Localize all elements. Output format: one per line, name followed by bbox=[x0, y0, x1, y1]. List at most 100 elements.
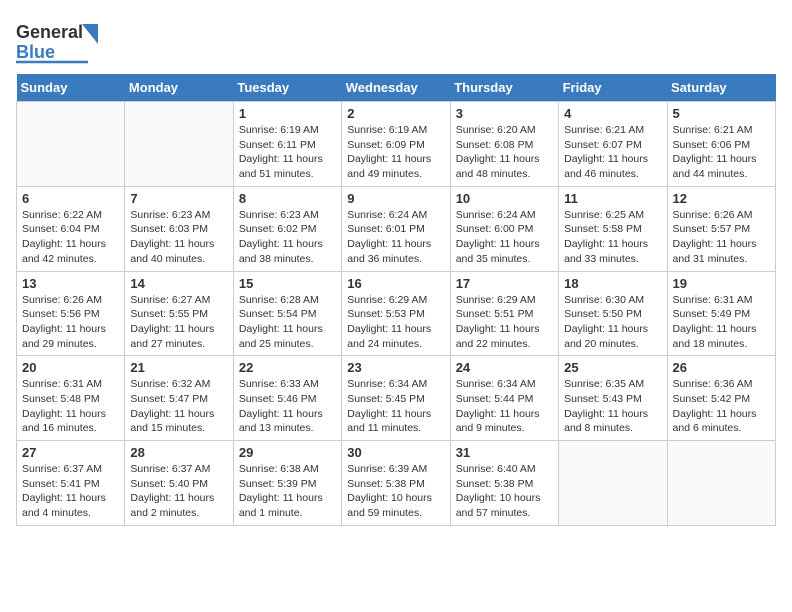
calendar-table: SundayMondayTuesdayWednesdayThursdayFrid… bbox=[16, 74, 776, 526]
calendar-cell: 16 Sunrise: 6:29 AMSunset: 5:53 PMDayligh… bbox=[342, 271, 450, 356]
calendar-cell: 30 Sunrise: 6:39 AMSunset: 5:38 PMDayligh… bbox=[342, 441, 450, 526]
calendar-week-5: 27Sunrise: 6:37 AMSunset: 5:41 PMDayligh… bbox=[17, 441, 776, 526]
day-number: 5 bbox=[673, 106, 770, 121]
day-number: 10 bbox=[456, 191, 553, 206]
day-header-saturday: Saturday bbox=[667, 74, 775, 102]
day-info: Sunrise: 6:33 AMSunset: 5:46 PMDaylight:… bbox=[239, 377, 336, 436]
calendar-cell bbox=[17, 102, 125, 187]
day-info: Sunrise: 6:26 AMSunset: 5:56 PMDaylight:… bbox=[22, 293, 119, 352]
svg-text:Blue: Blue bbox=[16, 42, 55, 62]
day-info: Sunrise: 6:23 AMSunset: 6:03 PMDaylight:… bbox=[130, 208, 227, 267]
day-number: 12 bbox=[673, 191, 770, 206]
day-info: Sunrise: 6:35 AMSunset: 5:43 PMDaylight:… bbox=[564, 377, 661, 436]
day-info: Sunrise: 6:22 AMSunset: 6:04 PMDaylight:… bbox=[22, 208, 119, 267]
day-number: 23 bbox=[347, 360, 444, 375]
calendar-cell: 4 Sunrise: 6:21 AMSunset: 6:07 PMDaylight… bbox=[559, 102, 667, 187]
day-number: 24 bbox=[456, 360, 553, 375]
day-info: Sunrise: 6:30 AMSunset: 5:50 PMDaylight:… bbox=[564, 293, 661, 352]
day-number: 21 bbox=[130, 360, 227, 375]
calendar-cell: 8Sunrise: 6:23 AMSunset: 6:02 PMDaylight… bbox=[233, 186, 341, 271]
calendar-cell: 23 Sunrise: 6:34 AMSunset: 5:45 PMDayligh… bbox=[342, 356, 450, 441]
day-number: 30 bbox=[347, 445, 444, 460]
day-header-thursday: Thursday bbox=[450, 74, 558, 102]
day-number: 13 bbox=[22, 276, 119, 291]
calendar-cell: 9Sunrise: 6:24 AMSunset: 6:01 PMDaylight… bbox=[342, 186, 450, 271]
day-number: 2 bbox=[347, 106, 444, 121]
day-info: Sunrise: 6:34 AMSunset: 5:45 PMDaylight:… bbox=[347, 377, 444, 436]
calendar-cell: 5 Sunrise: 6:21 AMSunset: 6:06 PMDaylight… bbox=[667, 102, 775, 187]
day-number: 22 bbox=[239, 360, 336, 375]
svg-text:General: General bbox=[16, 22, 83, 42]
day-number: 25 bbox=[564, 360, 661, 375]
calendar-cell: 2Sunrise: 6:19 AMSunset: 6:09 PMDaylight… bbox=[342, 102, 450, 187]
calendar-cell: 12 Sunrise: 6:26 AMSunset: 5:57 PMDayligh… bbox=[667, 186, 775, 271]
day-info: Sunrise: 6:36 AMSunset: 5:42 PMDaylight:… bbox=[673, 377, 770, 436]
calendar-cell: 17 Sunrise: 6:29 AMSunset: 5:51 PMDayligh… bbox=[450, 271, 558, 356]
day-number: 15 bbox=[239, 276, 336, 291]
calendar-cell: 13 Sunrise: 6:26 AMSunset: 5:56 PMDayligh… bbox=[17, 271, 125, 356]
calendar-cell: 3Sunrise: 6:20 AMSunset: 6:08 PMDaylight… bbox=[450, 102, 558, 187]
calendar-cell: 28 Sunrise: 6:37 AMSunset: 5:40 PMDayligh… bbox=[125, 441, 233, 526]
day-number: 9 bbox=[347, 191, 444, 206]
calendar-cell: 26 Sunrise: 6:36 AMSunset: 5:42 PMDayligh… bbox=[667, 356, 775, 441]
day-header-sunday: Sunday bbox=[17, 74, 125, 102]
day-info: Sunrise: 6:40 AMSunset: 5:38 PMDaylight:… bbox=[456, 462, 553, 521]
day-number: 31 bbox=[456, 445, 553, 460]
calendar-cell bbox=[667, 441, 775, 526]
day-info: Sunrise: 6:29 AMSunset: 5:51 PMDaylight:… bbox=[456, 293, 553, 352]
day-number: 7 bbox=[130, 191, 227, 206]
day-header-friday: Friday bbox=[559, 74, 667, 102]
day-number: 18 bbox=[564, 276, 661, 291]
day-number: 1 bbox=[239, 106, 336, 121]
day-number: 17 bbox=[456, 276, 553, 291]
day-number: 6 bbox=[22, 191, 119, 206]
day-info: Sunrise: 6:31 AMSunset: 5:49 PMDaylight:… bbox=[673, 293, 770, 352]
day-info: Sunrise: 6:37 AMSunset: 5:40 PMDaylight:… bbox=[130, 462, 227, 521]
day-header-tuesday: Tuesday bbox=[233, 74, 341, 102]
calendar-cell: 18 Sunrise: 6:30 AMSunset: 5:50 PMDayligh… bbox=[559, 271, 667, 356]
day-info: Sunrise: 6:26 AMSunset: 5:57 PMDaylight:… bbox=[673, 208, 770, 267]
day-number: 29 bbox=[239, 445, 336, 460]
day-info: Sunrise: 6:34 AMSunset: 5:44 PMDaylight:… bbox=[456, 377, 553, 436]
day-info: Sunrise: 6:29 AMSunset: 5:53 PMDaylight:… bbox=[347, 293, 444, 352]
day-number: 16 bbox=[347, 276, 444, 291]
day-info: Sunrise: 6:24 AMSunset: 6:00 PMDaylight:… bbox=[456, 208, 553, 267]
day-info: Sunrise: 6:38 AMSunset: 5:39 PMDaylight:… bbox=[239, 462, 336, 521]
day-info: Sunrise: 6:21 AMSunset: 6:06 PMDaylight:… bbox=[673, 123, 770, 182]
day-header-wednesday: Wednesday bbox=[342, 74, 450, 102]
day-number: 26 bbox=[673, 360, 770, 375]
calendar-cell: 29 Sunrise: 6:38 AMSunset: 5:39 PMDayligh… bbox=[233, 441, 341, 526]
calendar-cell: 25 Sunrise: 6:35 AMSunset: 5:43 PMDayligh… bbox=[559, 356, 667, 441]
day-info: Sunrise: 6:28 AMSunset: 5:54 PMDaylight:… bbox=[239, 293, 336, 352]
day-info: Sunrise: 6:19 AMSunset: 6:11 PMDaylight:… bbox=[239, 123, 336, 182]
day-number: 11 bbox=[564, 191, 661, 206]
calendar-week-1: 1 Sunrise: 6:19 AMSunset: 6:11 PMDaylight… bbox=[17, 102, 776, 187]
calendar-cell: 19Sunrise: 6:31 AMSunset: 5:49 PMDayligh… bbox=[667, 271, 775, 356]
day-number: 14 bbox=[130, 276, 227, 291]
day-info: Sunrise: 6:39 AMSunset: 5:38 PMDaylight:… bbox=[347, 462, 444, 521]
calendar-header-row: SundayMondayTuesdayWednesdayThursdayFrid… bbox=[17, 74, 776, 102]
calendar-cell: 21Sunrise: 6:32 AMSunset: 5:47 PMDayligh… bbox=[125, 356, 233, 441]
day-number: 8 bbox=[239, 191, 336, 206]
calendar-cell: 14 Sunrise: 6:27 AMSunset: 5:55 PMDayligh… bbox=[125, 271, 233, 356]
calendar-cell bbox=[125, 102, 233, 187]
calendar-cell: 11 Sunrise: 6:25 AMSunset: 5:58 PMDayligh… bbox=[559, 186, 667, 271]
day-number: 20 bbox=[22, 360, 119, 375]
day-number: 3 bbox=[456, 106, 553, 121]
calendar-cell: 1 Sunrise: 6:19 AMSunset: 6:11 PMDaylight… bbox=[233, 102, 341, 187]
day-info: Sunrise: 6:25 AMSunset: 5:58 PMDaylight:… bbox=[564, 208, 661, 267]
calendar-cell: 27Sunrise: 6:37 AMSunset: 5:41 PMDayligh… bbox=[17, 441, 125, 526]
day-info: Sunrise: 6:31 AMSunset: 5:48 PMDaylight:… bbox=[22, 377, 119, 436]
calendar-cell: 31 Sunrise: 6:40 AMSunset: 5:38 PMDayligh… bbox=[450, 441, 558, 526]
calendar-cell: 6 Sunrise: 6:22 AMSunset: 6:04 PMDaylight… bbox=[17, 186, 125, 271]
day-info: Sunrise: 6:27 AMSunset: 5:55 PMDaylight:… bbox=[130, 293, 227, 352]
day-number: 4 bbox=[564, 106, 661, 121]
day-number: 28 bbox=[130, 445, 227, 460]
calendar-cell: 24 Sunrise: 6:34 AMSunset: 5:44 PMDayligh… bbox=[450, 356, 558, 441]
calendar-week-4: 20 Sunrise: 6:31 AMSunset: 5:48 PMDayligh… bbox=[17, 356, 776, 441]
day-number: 27 bbox=[22, 445, 119, 460]
day-info: Sunrise: 6:21 AMSunset: 6:07 PMDaylight:… bbox=[564, 123, 661, 182]
calendar-cell: 22 Sunrise: 6:33 AMSunset: 5:46 PMDayligh… bbox=[233, 356, 341, 441]
calendar-week-2: 6 Sunrise: 6:22 AMSunset: 6:04 PMDaylight… bbox=[17, 186, 776, 271]
calendar-week-3: 13 Sunrise: 6:26 AMSunset: 5:56 PMDayligh… bbox=[17, 271, 776, 356]
